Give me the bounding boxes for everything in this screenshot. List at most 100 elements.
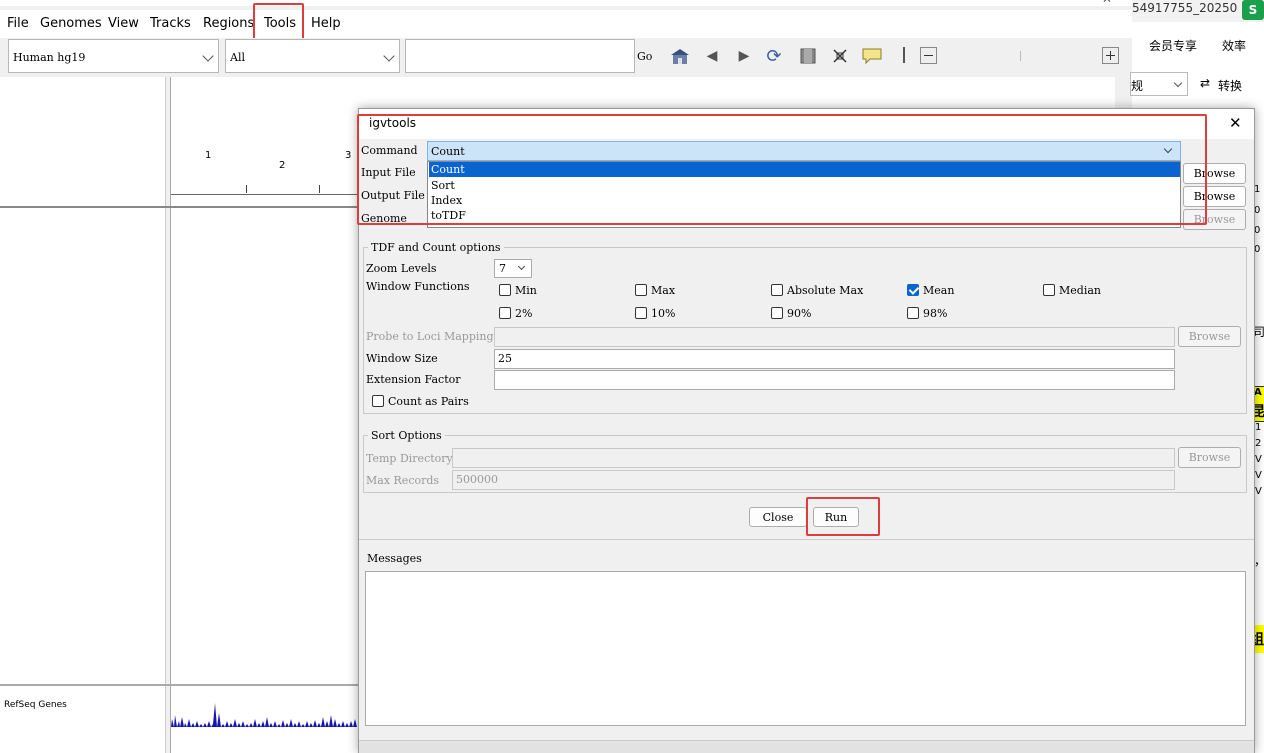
chevron-down-icon xyxy=(202,50,214,62)
temp-directory-input[interactable] xyxy=(452,448,1175,468)
menu-file[interactable]: File xyxy=(7,16,29,31)
p10-label: 10% xyxy=(651,307,676,320)
zoom-levels-label: Zoom Levels xyxy=(366,262,437,275)
probe-browse-button[interactable]: Browse xyxy=(1178,326,1241,347)
count-as-pairs-checkbox[interactable] xyxy=(372,395,384,407)
toolbar-divider xyxy=(903,47,905,63)
bg-cell: V xyxy=(1255,486,1262,497)
track-name-panel xyxy=(0,77,166,753)
min-label: Min xyxy=(515,284,537,297)
sort-options-group: Sort Options Temp Directory Browse Max R… xyxy=(363,429,1247,493)
temp-directory-label: Temp Directory xyxy=(366,452,453,465)
bg-cell: 2 xyxy=(1255,438,1262,449)
forward-icon[interactable]: ▶ xyxy=(734,46,754,66)
mean-checkbox[interactable] xyxy=(907,284,919,296)
menu-bar: File Genomes View Tracks Regions Tools H… xyxy=(0,3,1132,57)
ruler-label: 3 xyxy=(345,150,352,161)
window-size-input[interactable]: 25 xyxy=(494,349,1175,369)
min-checkbox[interactable] xyxy=(499,284,511,296)
chevron-down-icon xyxy=(383,50,395,62)
menu-regions[interactable]: Regions xyxy=(203,16,254,31)
chevron-down-icon xyxy=(1173,78,1183,88)
p90-checkbox[interactable] xyxy=(771,307,783,319)
bg-cell: A xyxy=(1254,387,1262,398)
tdf-group-title: TDF and Count options xyxy=(368,241,504,254)
median-checkbox[interactable] xyxy=(1043,284,1055,296)
zoom-slider[interactable] xyxy=(1020,51,1021,61)
count-as-pairs-label: Count as Pairs xyxy=(388,395,469,408)
refseq-track-label[interactable]: RefSeq Genes xyxy=(4,700,67,710)
absolute-max-label: Absolute Max xyxy=(787,284,864,297)
resize-icon[interactable] xyxy=(830,46,850,66)
window-functions-label: Window Functions xyxy=(366,280,470,293)
title-bar: – ✕ xyxy=(0,0,1132,6)
dialog-bottom-strip xyxy=(359,740,1254,753)
sort-group-title: Sort Options xyxy=(368,429,445,442)
convert-icon: ⇄ xyxy=(1200,76,1211,90)
bg-tab-strip: 54917755_20250 S xyxy=(1132,0,1264,22)
bg-cell: 1 xyxy=(1255,422,1262,433)
members-link[interactable]: 会员专享 xyxy=(1149,37,1197,54)
menu-view[interactable]: View xyxy=(108,16,139,31)
menu-genomes[interactable]: Genomes xyxy=(40,16,102,31)
format-combo[interactable]: 规 xyxy=(1130,72,1188,96)
max-checkbox[interactable] xyxy=(635,284,647,296)
locus-input[interactable] xyxy=(405,39,635,73)
refresh-icon[interactable]: ⟳ xyxy=(764,46,784,67)
max-records-label: Max Records xyxy=(366,474,440,487)
command-highlight-box xyxy=(357,114,1207,225)
window-size-label: Window Size xyxy=(366,352,438,365)
zoom-levels-select[interactable]: 7 xyxy=(494,259,532,278)
tdf-count-options-group: TDF and Count options Zoom Levels 7 Wind… xyxy=(363,241,1247,414)
chromosome-select[interactable]: All xyxy=(225,39,400,73)
dialog-separator xyxy=(359,539,1254,540)
bg-tab-title[interactable]: 54917755_20250 xyxy=(1132,1,1237,15)
go-button[interactable]: Go xyxy=(637,50,652,63)
efficiency-link[interactable]: 效率 xyxy=(1222,37,1246,54)
probe-mapping-input[interactable] xyxy=(494,327,1175,347)
bg-cell: V xyxy=(1255,454,1262,465)
bg-app-badge[interactable]: S xyxy=(1242,0,1264,20)
menu-help[interactable]: Help xyxy=(311,16,341,31)
p10-checkbox[interactable] xyxy=(635,307,647,319)
bg-cell: V xyxy=(1255,470,1262,481)
popup-text-icon[interactable] xyxy=(862,46,882,66)
genome-select[interactable]: Human hg19 xyxy=(8,39,219,73)
zoom-levels-value: 7 xyxy=(499,262,506,275)
feature-panel-divider[interactable] xyxy=(0,684,360,686)
messages-label: Messages xyxy=(367,552,422,565)
menu-tracks[interactable]: Tracks xyxy=(150,16,191,31)
messages-area[interactable] xyxy=(365,571,1246,726)
max-records-input[interactable]: 500000 xyxy=(452,470,1175,490)
p90-label: 90% xyxy=(787,307,812,320)
back-icon[interactable]: ◀ xyxy=(702,46,722,66)
roi-icon[interactable] xyxy=(798,46,818,66)
close-button[interactable]: Close xyxy=(749,507,807,527)
chromosome-value: All xyxy=(230,51,245,64)
extension-factor-input[interactable] xyxy=(494,370,1175,390)
convert-button[interactable]: 转换 xyxy=(1218,77,1242,94)
p2-label: 2% xyxy=(515,307,533,320)
max-label: Max xyxy=(651,284,676,297)
absolute-max-checkbox[interactable] xyxy=(771,284,783,296)
close-icon[interactable]: ✕ xyxy=(1229,114,1242,132)
ruler-label: 1 xyxy=(205,150,212,161)
zoom-in-icon[interactable] xyxy=(1102,47,1119,64)
minimize-icon[interactable]: – xyxy=(1060,0,1066,5)
chevron-down-icon xyxy=(517,262,526,271)
p2-checkbox[interactable] xyxy=(499,307,511,319)
p98-label: 98% xyxy=(923,307,948,320)
home-icon[interactable] xyxy=(669,46,689,66)
p98-checkbox[interactable] xyxy=(907,307,919,319)
ruler-tick xyxy=(246,185,247,193)
temp-browse-button[interactable]: Browse xyxy=(1178,447,1241,468)
igvtools-dialog: igvtools ✕ Command Count Input File Outp… xyxy=(357,108,1255,753)
window-close-icon[interactable]: ✕ xyxy=(1102,0,1112,6)
refseq-gene-track xyxy=(171,703,357,727)
toolbar: Human hg19 All Go xyxy=(0,38,1132,76)
zoom-out-icon[interactable] xyxy=(920,47,937,64)
ruler-tick xyxy=(319,185,320,193)
ruler-axis xyxy=(171,194,371,195)
bg-cell: ， xyxy=(1254,552,1264,569)
extension-factor-label: Extension Factor xyxy=(366,373,461,386)
